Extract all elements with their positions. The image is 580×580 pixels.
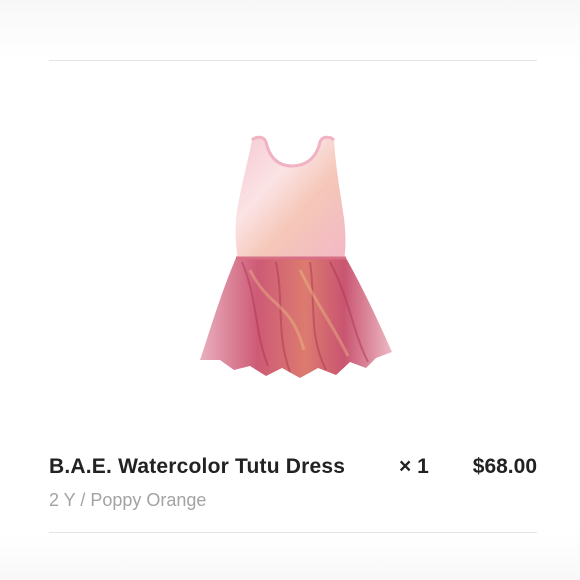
next-section-fade [0,533,580,580]
product-variant: 2 Y / Poppy Orange [49,490,207,510]
previous-item-fade [0,0,580,60]
product-image[interactable] [180,130,400,385]
product-title[interactable]: B.A.E. Watercolor Tutu Dress [49,455,345,479]
tutu-dress-icon [200,135,392,378]
top-divider [49,60,537,61]
quantity-label: × 1 [399,455,429,478]
product-price: $68.00 [472,455,537,478]
